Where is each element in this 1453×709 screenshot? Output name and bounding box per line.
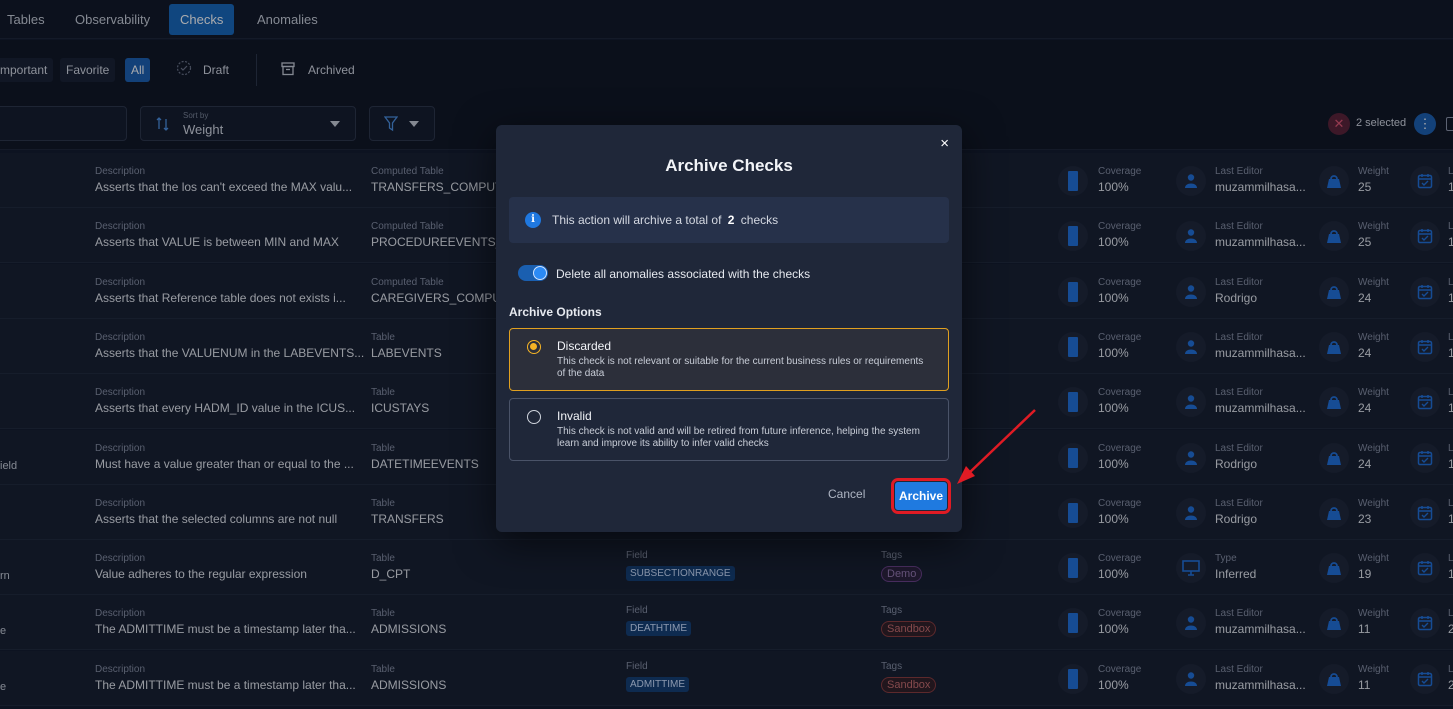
toggle-label: Delete all anomalies associated with the…	[556, 267, 811, 281]
toggle-knob	[533, 266, 547, 280]
close-icon[interactable]: ×	[940, 135, 949, 152]
info-banner: i This action will archive a total of 2 …	[509, 197, 949, 243]
option-discarded[interactable]: Discarded This check is not relevant or …	[509, 328, 949, 391]
option-invalid[interactable]: Invalid This check is not valid and will…	[509, 398, 949, 461]
archive-button[interactable]: Archive	[891, 478, 951, 514]
radio-invalid[interactable]	[527, 410, 541, 424]
option-description: This check is not valid and will be reti…	[557, 426, 920, 449]
archive-checks-dialog: × Archive Checks i This action will arch…	[496, 125, 962, 532]
cancel-button[interactable]: Cancel	[828, 487, 865, 501]
info-icon: i	[525, 212, 541, 228]
delete-anomalies-toggle[interactable]	[518, 265, 548, 281]
option-description: This check is not relevant or suitable f…	[557, 356, 924, 379]
dialog-title: Archive Checks	[665, 156, 793, 175]
info-prefix: This action will archive a total of	[552, 213, 722, 227]
info-count: 2	[727, 213, 735, 227]
archive-options-heading: Archive Options	[509, 305, 602, 319]
option-title: Invalid	[557, 409, 592, 423]
info-text: This action will archive a total of 2 ch…	[552, 213, 778, 227]
option-title: Discarded	[557, 339, 612, 353]
info-suffix: checks	[740, 213, 779, 227]
radio-discarded[interactable]	[527, 340, 541, 354]
